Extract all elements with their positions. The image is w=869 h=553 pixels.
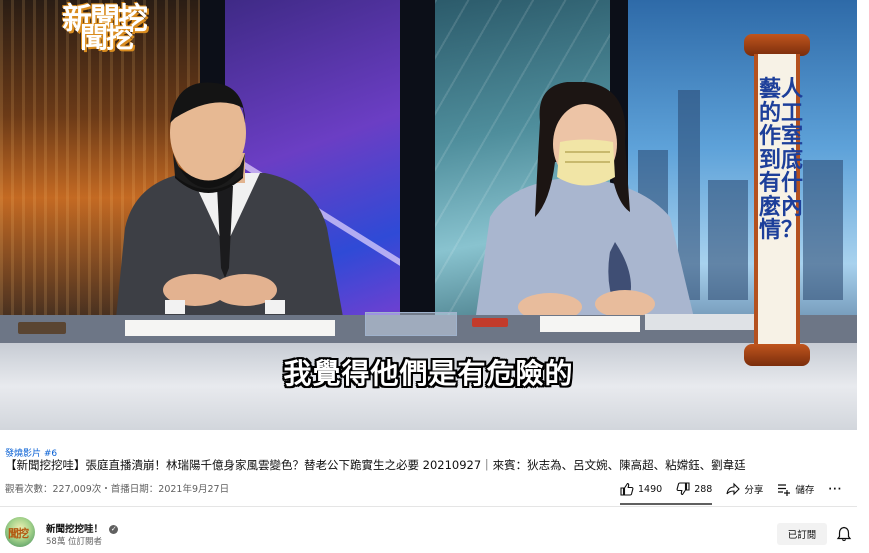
like-ratio-bar: [620, 503, 712, 505]
verified-check-icon: ✓: [109, 525, 119, 534]
thumbs-up-icon: [620, 482, 634, 496]
host-female: [465, 81, 715, 322]
banner-text: 藝人的工作室 到底有什麼內情？: [758, 77, 825, 243]
show-logo-text: 聞挖: [80, 21, 134, 54]
like-count: 1490: [638, 483, 663, 495]
view-count-date: 觀看次數：227,009次・首播日期：2021年9月27日: [5, 484, 230, 495]
subscriber-count: 58萬 位訂閱者: [46, 537, 103, 547]
playlist-add-icon: [777, 482, 791, 496]
desk-paper: [540, 316, 640, 332]
save-button[interactable]: 儲存: [777, 482, 814, 496]
desk-paper: [125, 320, 335, 336]
banner-cap-top: [744, 34, 810, 56]
topic-banner: 藝人的工作室 到底有什麼內情？: [744, 34, 825, 366]
studio-pillar: [400, 0, 435, 330]
share-button[interactable]: 分享: [726, 482, 763, 496]
bell-icon[interactable]: [836, 526, 852, 542]
banner-scroll: 藝人的工作室 到底有什麼內情？: [754, 54, 825, 350]
share-arrow-icon: [726, 482, 741, 496]
channel-name[interactable]: 新聞挖挖哇！ ✓: [46, 521, 119, 535]
video-title: 【新聞挖挖哇】張庭直播潰崩！林瑞陽千億身家風雲變色？替老公下跪實生之必要 202…: [5, 458, 746, 472]
save-label: 儲存: [795, 485, 815, 496]
channel-avatar[interactable]: 聞挖: [5, 517, 35, 547]
host-male: [95, 78, 355, 328]
banner-cap-bottom: [744, 344, 810, 366]
dislike-button[interactable]: 288: [676, 482, 712, 496]
channel-name-text: 新聞挖挖哇！: [46, 524, 104, 535]
like-button[interactable]: 1490: [620, 482, 662, 496]
share-label: 分享: [744, 485, 764, 496]
channel-avatar-text: 聞挖: [8, 527, 29, 540]
acrylic-divider: [365, 312, 457, 336]
show-logo: 新聞挖 聞挖: [62, 0, 192, 54]
phone-on-desk: [472, 318, 508, 327]
thumbs-down-icon: [676, 482, 690, 496]
divider: [0, 506, 857, 507]
phone-on-desk: [18, 322, 66, 334]
video-player[interactable]: 新聞挖 聞挖 我覺得他們是有危險的 藝人的工作室 到底有什麼內情？: [0, 0, 857, 430]
desk-paper: [645, 314, 755, 330]
video-caption: 我覺得他們是有危險的: [283, 357, 574, 390]
action-bar: 1490 288 分享 儲存 ···: [620, 480, 856, 498]
subscribed-button[interactable]: 已訂閱: [777, 523, 827, 545]
more-actions-button[interactable]: ···: [828, 484, 842, 495]
more-dots-icon: ···: [828, 483, 843, 495]
dislike-count: 288: [694, 483, 713, 495]
